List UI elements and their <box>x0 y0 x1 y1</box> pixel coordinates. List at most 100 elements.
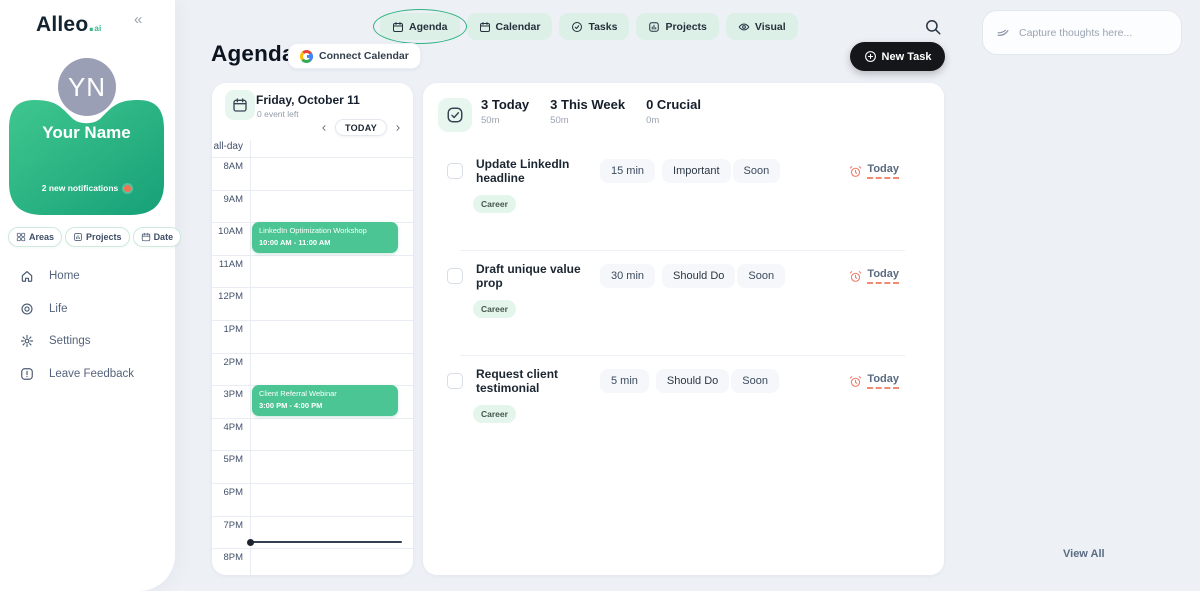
notifications-link[interactable]: 2 new notifications <box>9 183 164 193</box>
task-when-pill[interactable]: Soon <box>733 159 781 183</box>
search-icon[interactable] <box>924 18 942 36</box>
chip-areas[interactable]: Areas <box>8 227 62 247</box>
task-when-pill[interactable]: Soon <box>737 264 785 288</box>
capture-thoughts-input[interactable] <box>1019 27 1168 39</box>
task-tag[interactable]: Career <box>473 195 516 213</box>
top-nav: Agenda Calendar Tasks Projects Visual <box>380 13 798 40</box>
hour-row[interactable]: 1PM <box>212 320 413 353</box>
hour-label: 5PM <box>212 454 250 465</box>
calendar-hour-grid: 8AM 9AM 10AM 11AM 12PM 1PM 2PM 3PM 4PM 5… <box>212 157 413 575</box>
task-priority-pill[interactable]: Should Do <box>662 264 735 288</box>
tab-projects[interactable]: Projects <box>636 13 718 40</box>
notification-dot <box>124 185 131 192</box>
hour-row[interactable]: 2PM <box>212 353 413 386</box>
task-title[interactable]: Draft unique value prop <box>476 262 600 290</box>
chip-projects[interactable]: Projects <box>65 227 130 247</box>
task-separator <box>460 250 905 251</box>
notifications-text: 2 new notifications <box>42 183 119 193</box>
event-title: LinkedIn Optimization Workshop <box>259 226 391 237</box>
task-priority-pill[interactable]: Important <box>662 159 730 183</box>
alarm-icon <box>849 270 862 283</box>
task-main: Draft unique value prop 30 min Should Do… <box>447 262 920 290</box>
chevron-left-icon[interactable] <box>319 123 329 133</box>
connect-calendar-label: Connect Calendar <box>319 50 409 62</box>
avatar[interactable]: YN <box>58 58 116 116</box>
task-duration-pill[interactable]: 5 min <box>600 369 649 393</box>
task-row: Draft unique value prop 30 min Should Do… <box>447 262 920 318</box>
all-day-label: all-day <box>212 141 250 152</box>
calendar-event[interactable]: Client Referral Webinar 3:00 PM - 4:00 P… <box>252 385 398 416</box>
today-button[interactable]: TODAY <box>335 119 387 136</box>
task-due[interactable]: Today <box>849 373 899 389</box>
tab-visual[interactable]: Visual <box>726 13 798 40</box>
sidebar-item-leave-feedback[interactable]: Leave Feedback <box>20 358 160 391</box>
check-circle-icon <box>571 21 583 33</box>
task-tags: Career <box>473 299 920 318</box>
stat-this-week: 3 This Week 50m <box>550 97 625 126</box>
hour-row[interactable]: 4PM <box>212 418 413 451</box>
google-logo-icon <box>300 50 313 63</box>
stat-label: 0 Crucial <box>646 97 701 112</box>
calendar-event[interactable]: LinkedIn Optimization Workshop 10:00 AM … <box>252 222 398 253</box>
hour-label: 6PM <box>212 487 250 498</box>
sidebar-item-settings[interactable]: Settings <box>20 325 160 358</box>
due-label: Today <box>867 373 899 389</box>
sidebar-item-life[interactable]: Life <box>20 293 160 326</box>
event-time: 10:00 AM - 11:00 AM <box>259 237 391 248</box>
task-separator <box>460 355 905 356</box>
calendar-icon <box>479 21 491 33</box>
stat-label: 3 This Week <box>550 97 625 112</box>
sidebar-item-label: Home <box>49 270 80 282</box>
stat-crucial: 0 Crucial 0m <box>646 97 701 126</box>
stat-duration: 50m <box>481 115 529 126</box>
new-task-button[interactable]: New Task <box>850 42 945 71</box>
task-tag[interactable]: Career <box>473 405 516 423</box>
chart-square-icon <box>73 232 83 242</box>
sidebar-item-label: Leave Feedback <box>49 368 134 380</box>
hour-label: 4PM <box>212 422 250 433</box>
task-tag[interactable]: Career <box>473 300 516 318</box>
due-label: Today <box>867 163 899 179</box>
tab-calendar[interactable]: Calendar <box>467 13 553 40</box>
hour-label: 9AM <box>212 194 250 205</box>
task-row: Request client testimonial 5 min Should … <box>447 367 920 423</box>
task-checkbox[interactable] <box>447 163 463 179</box>
task-when-pill[interactable]: Soon <box>731 369 779 393</box>
agenda-icon <box>392 21 404 33</box>
chip-date[interactable]: Date <box>133 227 182 247</box>
hour-row[interactable]: 5PM <box>212 450 413 483</box>
hour-row[interactable]: 8AM <box>212 157 413 190</box>
hour-row[interactable]: 6PM <box>212 483 413 516</box>
stat-label: 3 Today <box>481 97 529 112</box>
hour-row[interactable]: 7PM <box>212 516 413 549</box>
hour-label: 1PM <box>212 324 250 335</box>
chip-label: Projects <box>86 232 122 242</box>
alarm-icon <box>849 375 862 388</box>
task-checkbox[interactable] <box>447 268 463 284</box>
hour-label: 8PM <box>212 552 250 563</box>
sidebar-item-home[interactable]: Home <box>20 260 160 293</box>
hour-row[interactable]: 8PM <box>212 548 413 575</box>
task-title[interactable]: Request client testimonial <box>476 367 600 395</box>
connect-calendar-button[interactable]: Connect Calendar <box>288 43 421 69</box>
sidebar-collapse-icon[interactable]: « <box>134 11 142 28</box>
task-checkbox[interactable] <box>447 373 463 389</box>
chevron-right-icon[interactable] <box>393 123 403 133</box>
task-title[interactable]: Update LinkedIn headline <box>476 157 600 185</box>
tab-tasks[interactable]: Tasks <box>559 13 629 40</box>
hour-row[interactable]: 11AM <box>212 255 413 288</box>
view-all-link[interactable]: View All <box>1063 548 1105 560</box>
hour-label: 2PM <box>212 357 250 368</box>
task-duration-pill[interactable]: 30 min <box>600 264 655 288</box>
hour-label: 8AM <box>212 161 250 172</box>
hour-row[interactable]: 12PM <box>212 287 413 320</box>
task-due[interactable]: Today <box>849 268 899 284</box>
task-priority-pill[interactable]: Should Do <box>656 369 729 393</box>
hour-row[interactable]: 9AM <box>212 190 413 223</box>
tab-label: Projects <box>665 21 706 33</box>
tab-agenda[interactable]: Agenda <box>380 13 460 40</box>
task-duration-pill[interactable]: 15 min <box>600 159 655 183</box>
sidebar-filter-chips: Areas Projects Date <box>8 227 168 247</box>
all-day-row[interactable]: all-day <box>212 140 413 157</box>
task-due[interactable]: Today <box>849 163 899 179</box>
